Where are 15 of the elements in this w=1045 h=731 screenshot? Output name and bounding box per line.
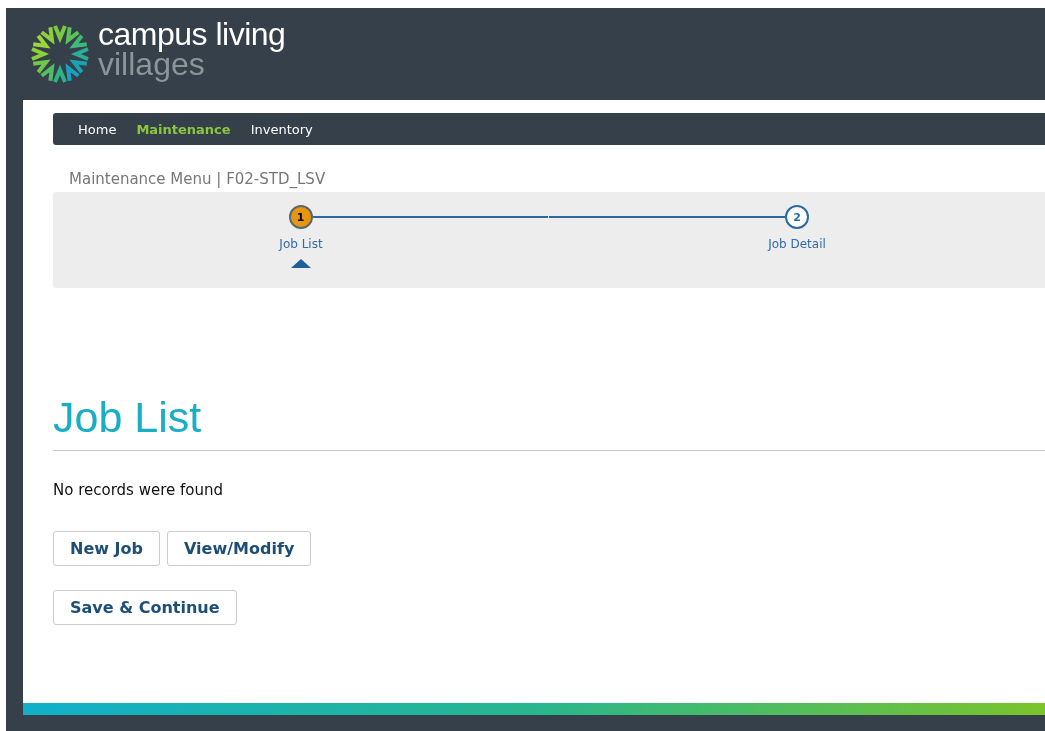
logo-icon [28,22,92,86]
step-label[interactable]: Job List [279,237,323,251]
step-label[interactable]: Job Detail [768,237,826,251]
breadcrumb: Maintenance Menu | F02-STD_LSV [69,170,327,188]
nav-link[interactable]: Maintenance [127,121,240,137]
status-message: No records were found [53,481,224,499]
nav-link[interactable]: Home [69,121,126,137]
action-button[interactable]: View/Modify [167,531,312,566]
action-button[interactable]: New Job [53,531,160,566]
pointer-icon [291,259,311,268]
page-title: Job List [53,392,1045,451]
step-number[interactable]: 1 [288,205,313,229]
nav-link[interactable]: Inventory [241,121,322,137]
step-number[interactable]: 2 [785,205,809,229]
action-button[interactable]: Save & Continue [53,590,237,625]
